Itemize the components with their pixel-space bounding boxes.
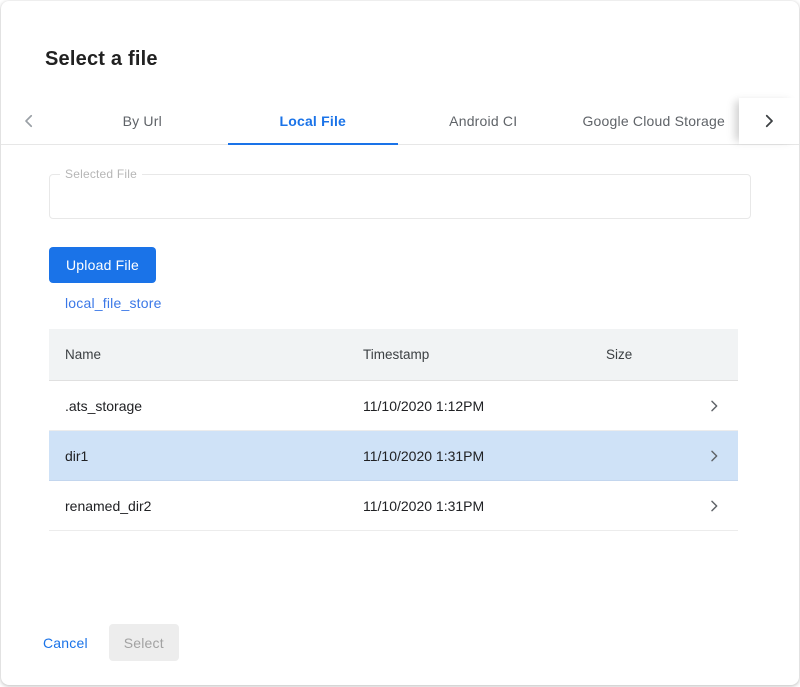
chevron-right-icon[interactable] — [690, 448, 738, 464]
tab-panel-local-file: Selected File Upload File local_file_sto… — [1, 174, 799, 531]
tab-local-file[interactable]: Local File — [228, 98, 399, 144]
chevron-right-icon[interactable] — [690, 398, 738, 414]
page-title: Select a file — [1, 1, 799, 71]
table-header-row: Name Timestamp Size — [49, 329, 738, 381]
tab-google-cloud-storage[interactable]: Google Cloud Storage — [569, 98, 740, 144]
tab-list: By Url Local File Android CI Google Clou… — [57, 98, 739, 144]
upload-file-button[interactable]: Upload File — [49, 247, 156, 283]
cell-timestamp: 11/10/2020 1:12PM — [347, 398, 590, 414]
chevron-left-icon — [20, 112, 38, 130]
breadcrumb-local-file-store[interactable]: local_file_store — [65, 295, 162, 311]
column-header-size: Size — [590, 347, 690, 362]
selected-file-input[interactable] — [50, 175, 750, 218]
cell-name: .ats_storage — [49, 398, 347, 414]
cell-name: dir1 — [49, 448, 347, 464]
tabs-scroll-left-button[interactable] — [1, 98, 57, 144]
cancel-button[interactable]: Cancel — [35, 627, 96, 659]
cell-timestamp: 11/10/2020 1:31PM — [347, 448, 590, 464]
dialog-footer: Cancel Select — [35, 624, 179, 661]
table-row-renamed-dir2[interactable]: renamed_dir2 11/10/2020 1:31PM — [49, 481, 738, 531]
column-header-timestamp: Timestamp — [347, 347, 590, 362]
tabs-scroll-right-button[interactable] — [739, 98, 799, 144]
table-row-ats-storage[interactable]: .ats_storage 11/10/2020 1:12PM — [49, 381, 738, 431]
selected-file-label: Selected File — [60, 167, 142, 181]
select-file-dialog: Select a file By Url Local File Android … — [1, 1, 799, 685]
table-row-dir1[interactable]: dir1 11/10/2020 1:31PM — [49, 431, 738, 481]
chevron-right-icon — [760, 112, 778, 130]
cell-name: renamed_dir2 — [49, 498, 347, 514]
tab-bar: By Url Local File Android CI Google Clou… — [1, 98, 799, 145]
selected-file-field: Selected File — [49, 174, 751, 219]
column-header-name: Name — [49, 347, 347, 362]
cell-timestamp: 11/10/2020 1:31PM — [347, 498, 590, 514]
chevron-right-icon[interactable] — [690, 498, 738, 514]
tab-by-url[interactable]: By Url — [57, 98, 228, 144]
file-table: Name Timestamp Size .ats_storage 11/10/2… — [49, 329, 738, 531]
select-button[interactable]: Select — [109, 624, 179, 661]
tab-android-ci[interactable]: Android CI — [398, 98, 569, 144]
